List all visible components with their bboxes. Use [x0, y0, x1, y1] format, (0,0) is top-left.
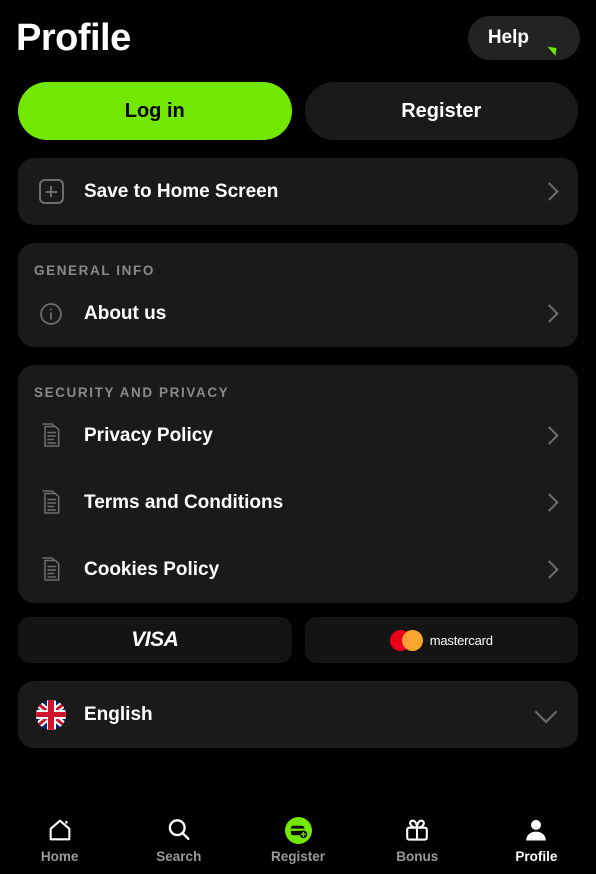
- person-icon: [522, 816, 550, 844]
- nav-item-home[interactable]: Home: [0, 816, 119, 864]
- nav-item-profile[interactable]: Profile: [477, 816, 596, 864]
- security-privacy-card: SECURITY AND PRIVACY Privacy Policy Term…: [18, 365, 578, 603]
- nav-label-home: Home: [40, 849, 79, 864]
- chevron-right-icon: [540, 560, 559, 579]
- page-header: Profile Help: [0, 0, 596, 62]
- login-button[interactable]: Log in: [18, 82, 292, 140]
- nav-item-search[interactable]: Search: [119, 816, 238, 864]
- chevron-right-icon: [540, 304, 559, 323]
- visa-logo-box: VISA: [18, 617, 292, 663]
- nav-item-bonus[interactable]: Bonus: [358, 816, 477, 864]
- auth-buttons: Log in Register: [0, 62, 596, 140]
- search-icon: [165, 816, 193, 844]
- about-us-label: About us: [84, 302, 167, 324]
- add-to-home-icon: [34, 179, 68, 204]
- home-icon: [46, 816, 74, 844]
- nav-label-register: Register: [270, 849, 326, 864]
- chevron-down-icon: [534, 700, 558, 723]
- chat-bubble-icon: [538, 26, 566, 56]
- chevron-right-icon: [540, 493, 559, 512]
- save-to-home-label: Save to Home Screen: [84, 180, 279, 202]
- document-icon: [34, 556, 68, 584]
- terms-conditions-row[interactable]: Terms and Conditions: [18, 469, 578, 536]
- security-privacy-section-title: SECURITY AND PRIVACY: [34, 385, 230, 400]
- visa-logo: VISA: [131, 628, 179, 651]
- page-title: Profile: [16, 17, 131, 59]
- bottom-navigation: Home Search Register Bonus Profile: [0, 806, 596, 874]
- register-card-icon: [284, 816, 312, 844]
- nav-label-profile: Profile: [515, 849, 558, 864]
- chevron-right-icon: [540, 426, 559, 445]
- general-info-section-title: GENERAL INFO: [34, 263, 155, 278]
- help-button-label: Help: [487, 27, 529, 48]
- cookies-policy-row[interactable]: Cookies Policy: [18, 536, 578, 603]
- language-card: English: [18, 681, 578, 748]
- nav-label-bonus: Bonus: [396, 849, 439, 864]
- document-icon: [34, 489, 68, 517]
- document-icon: [34, 422, 68, 450]
- gift-icon: [403, 816, 431, 844]
- privacy-policy-label: Privacy Policy: [84, 424, 213, 446]
- mastercard-icon: [389, 629, 423, 651]
- privacy-policy-row[interactable]: Privacy Policy: [18, 402, 578, 469]
- uk-flag-icon: [34, 699, 68, 730]
- language-selector-row[interactable]: English: [18, 681, 578, 748]
- payment-methods: VISA mastercard: [18, 617, 578, 663]
- help-button[interactable]: Help: [467, 16, 580, 60]
- mastercard-label: mastercard: [429, 632, 493, 648]
- general-info-card: GENERAL INFO About us: [18, 243, 578, 347]
- info-circle-icon: [34, 301, 68, 327]
- chevron-right-icon: [540, 182, 559, 201]
- save-to-home-card: Save to Home Screen: [18, 158, 578, 225]
- language-label: English: [84, 703, 153, 725]
- save-to-home-row[interactable]: Save to Home Screen: [18, 158, 578, 225]
- nav-label-search: Search: [156, 849, 202, 864]
- register-button[interactable]: Register: [304, 82, 578, 140]
- nav-item-register[interactable]: Register: [238, 816, 357, 864]
- terms-conditions-label: Terms and Conditions: [84, 491, 284, 513]
- about-us-row[interactable]: About us: [18, 280, 578, 347]
- mastercard-logo-box: mastercard: [304, 617, 578, 663]
- cookies-policy-label: Cookies Policy: [84, 558, 220, 580]
